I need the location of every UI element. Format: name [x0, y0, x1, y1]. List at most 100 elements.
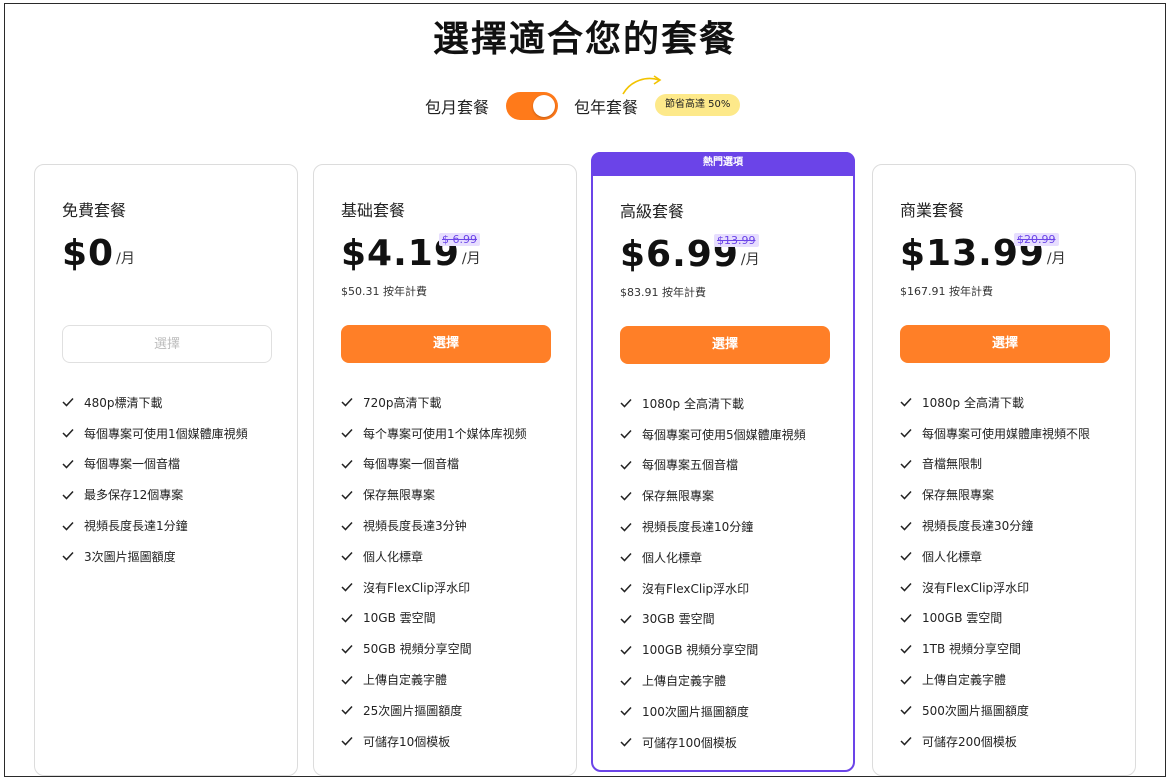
feature-item: 50GB 視頻分享空間 — [341, 633, 549, 664]
feature-item: 30GB 雲空間 — [620, 604, 826, 635]
feature-text: 1080p 全高清下載 — [922, 395, 1024, 410]
feature-item: 個人化標章 — [900, 541, 1108, 572]
check-icon — [620, 399, 632, 408]
feature-text: 可儲存200個模板 — [922, 734, 1017, 749]
feature-text: 個人化標章 — [642, 550, 703, 565]
original-price: $13.99 — [714, 234, 759, 247]
feature-item: 視頻長度長達3分钟 — [341, 510, 549, 541]
yearly-billing-note: $167.91 按年計費 — [900, 285, 993, 298]
check-icon — [900, 675, 912, 685]
price-row: $13.99/月 $20.99 — [900, 233, 1066, 277]
feature-text: 沒有FlexClip浮水印 — [363, 580, 471, 595]
feature-item: 每个專案可使用1个媒体库视频 — [341, 418, 549, 449]
feature-text: 視頻長度長達3分钟 — [363, 519, 467, 534]
check-icon — [900, 398, 912, 407]
feature-text: 10GB 雲空間 — [363, 611, 436, 626]
save-badge: 節省高達 50% — [655, 94, 741, 116]
feature-list: 480p標清下載 每個專案可使用1個媒體庫視頻 每個專案一個音檔 最多保存12個專案視… — [62, 387, 270, 572]
feature-list: 720p高清下載 每个專案可使用1个媒体库视频 每個專案一個音檔 保存無限專案 視頻長度… — [341, 387, 549, 757]
feature-item: 上傳自定義字體 — [620, 665, 826, 696]
plan-name: 高級套餐 — [620, 202, 685, 221]
check-icon — [341, 459, 353, 469]
plan-price: $0 — [62, 233, 115, 274]
check-icon — [62, 429, 74, 438]
choose-button[interactable]: 選擇 — [62, 325, 272, 363]
check-icon — [620, 614, 632, 624]
price-row: $0/月 — [62, 233, 135, 277]
yearly-billing-note: $83.91 按年計費 — [620, 286, 706, 299]
check-icon — [620, 645, 632, 655]
feature-item: 沒有FlexClip浮水印 — [341, 572, 549, 603]
monthly-label[interactable]: 包月套餐 — [425, 94, 489, 118]
feature-text: 沒有FlexClip浮水印 — [642, 581, 750, 596]
choose-button[interactable]: 選擇 — [900, 325, 1110, 363]
check-icon — [341, 398, 353, 407]
feature-item: 沒有FlexClip浮水印 — [620, 573, 826, 604]
check-icon — [900, 521, 912, 531]
billing-toggle[interactable] — [506, 92, 558, 120]
feature-item: 視頻長度長達1分鐘 — [62, 510, 270, 541]
feature-item: 視頻長度長達10分鐘 — [620, 511, 826, 542]
price-period: /月 — [116, 251, 135, 267]
feature-text: 保存無限專案 — [922, 488, 995, 503]
billing-switch: 包月套餐 包年套餐 節省高達 50% — [0, 75, 1170, 124]
original-price: $20.99 — [1014, 233, 1059, 246]
feature-text: 每個專案可使用5個媒體庫視頻 — [642, 427, 806, 442]
feature-text: 個人化標章 — [363, 549, 424, 564]
feature-text: 每个專案可使用1个媒体库视频 — [363, 426, 527, 441]
feature-text: 1080p 全高清下載 — [642, 396, 744, 411]
yearly-billing-note: $50.31 按年計費 — [341, 285, 427, 298]
check-icon — [900, 706, 912, 715]
feature-item: 720p高清下載 — [341, 387, 549, 418]
check-icon — [620, 430, 632, 439]
check-icon — [62, 552, 74, 561]
feature-list: 1080p 全高清下載每個專案可使用5個媒體庫視頻 每個專案五個音檔 保存無限專案視… — [620, 388, 826, 758]
feature-text: 上傳自定義字體 — [363, 673, 448, 688]
feature-item: 每個專案可使用5個媒體庫視頻 — [620, 419, 826, 450]
check-icon — [620, 460, 632, 470]
feature-item: 480p標清下載 — [62, 387, 270, 418]
price-period: /月 — [1046, 251, 1066, 267]
check-icon — [341, 583, 353, 592]
feature-item: 1080p 全高清下載 — [620, 388, 826, 419]
feature-item: 每個專案可使用媒體庫視頻不限 — [900, 418, 1108, 449]
check-icon — [341, 675, 353, 685]
feature-text: 每個專案一個音檔 — [363, 457, 460, 472]
check-icon — [620, 553, 632, 562]
feature-text: 每個專案五個音檔 — [642, 458, 739, 473]
feature-item: 保存無限專案 — [620, 480, 826, 511]
plan-card-free: 免費套餐 $0/月 選擇 480p標清下載 每個專案可使用1個媒體庫視頻 每個專案一… — [34, 164, 298, 776]
check-icon — [900, 644, 912, 654]
page-title: 選擇適合您的套餐 — [432, 19, 737, 60]
choose-button[interactable]: 選擇 — [341, 325, 551, 363]
feature-item: 1TB 視頻分享空間 — [900, 633, 1108, 664]
check-icon — [900, 490, 912, 500]
check-icon — [620, 584, 632, 593]
toggle-knob — [533, 95, 555, 117]
feature-item: 個人化標章 — [341, 541, 549, 572]
feature-text: 音檔無限制 — [922, 457, 983, 472]
feature-item: 100GB 雲空間 — [900, 603, 1108, 634]
check-icon — [900, 552, 912, 561]
price-period: /月 — [740, 252, 760, 268]
feature-item: 個人化標章 — [620, 542, 826, 573]
feature-item: 可儲存100個模板 — [620, 727, 826, 758]
check-icon — [620, 676, 632, 686]
price-row: $6.99/月 $13.99 — [620, 234, 760, 278]
feature-item: 每個專案可使用1個媒體庫視頻 — [62, 418, 270, 449]
feature-item: 每個專案一個音檔 — [341, 449, 549, 480]
check-icon — [900, 583, 912, 592]
feature-text: 3次圖片摳圖額度 — [84, 549, 176, 564]
feature-text: 視頻長度長達1分鐘 — [84, 519, 188, 534]
feature-item: 視頻長度長達30分鐘 — [900, 510, 1108, 541]
feature-text: 25次圖片摳圖額度 — [363, 703, 463, 718]
feature-text: 個人化標章 — [922, 549, 983, 564]
feature-text: 沒有FlexClip浮水印 — [922, 580, 1030, 595]
feature-item: 100GB 視頻分享空間 — [620, 634, 826, 665]
check-icon — [341, 613, 353, 623]
check-icon — [62, 459, 74, 469]
choose-button[interactable]: 選擇 — [620, 326, 830, 364]
feature-item: 500次圖片摳圖額度 — [900, 695, 1108, 726]
feature-text: 保存無限專案 — [642, 489, 715, 504]
feature-text: 每個專案一個音檔 — [84, 457, 181, 472]
